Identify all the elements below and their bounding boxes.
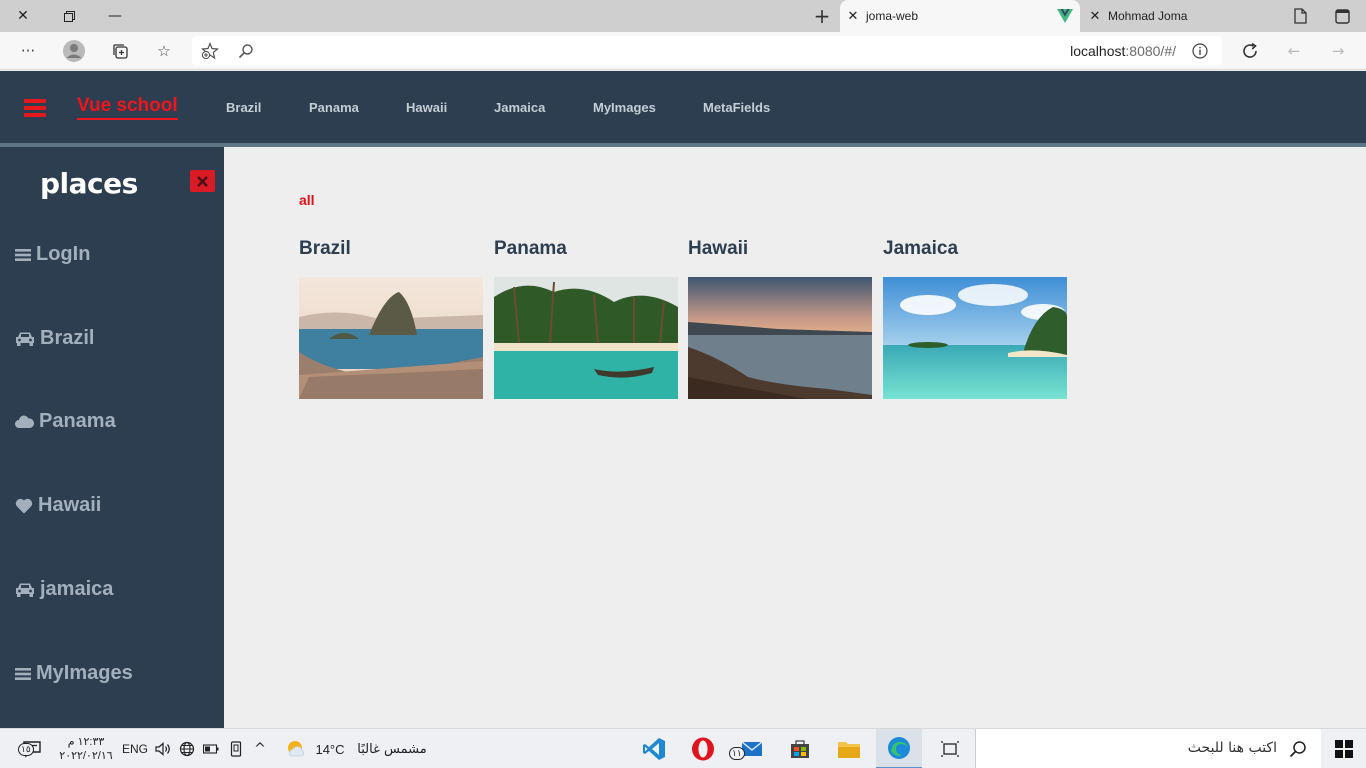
- tab-actions-icon[interactable]: [1322, 0, 1362, 32]
- new-tab-button[interactable]: +: [806, 0, 838, 32]
- car-icon: [16, 332, 34, 346]
- battery-icon[interactable]: [200, 729, 222, 768]
- page-icon[interactable]: [1280, 0, 1320, 32]
- add-favorite-icon[interactable]: [196, 38, 224, 64]
- minimize-window-icon[interactable]: —: [92, 0, 138, 32]
- clock-date: ٢٠٢٢/٠٢/١٦: [59, 750, 113, 762]
- site-info-icon[interactable]: [1186, 38, 1214, 64]
- sidebar-close-button[interactable]: [190, 170, 215, 192]
- language-indicator[interactable]: ENG: [120, 729, 150, 768]
- device-icon[interactable]: [225, 729, 247, 768]
- sidebar-title: places: [40, 167, 138, 200]
- nav-jamaica[interactable]: Jamaica: [494, 100, 545, 115]
- collections-icon[interactable]: [106, 38, 134, 64]
- jamaica-photo[interactable]: [883, 277, 1067, 399]
- sidebar-item-label: Panama: [39, 410, 116, 432]
- bars-icon: [15, 667, 31, 680]
- taskbar: ١٥ ١٢:٣٣ م ٢٠٢٢/٠٢/١٦ ENG ^ 14°C مشمس غا…: [0, 728, 1366, 768]
- weather-temp[interactable]: 14°C: [312, 729, 348, 768]
- browser-toolbar: ··· ☆ localhost:8080/#/ ← →: [0, 32, 1366, 70]
- close-icon: [197, 175, 208, 187]
- store-icon[interactable]: [780, 729, 820, 768]
- volume-icon[interactable]: [152, 729, 174, 768]
- sidebar: places LogIn Brazil Panama Hawaii jamaic…: [0, 147, 224, 728]
- sidebar-item-label: Brazil: [40, 327, 95, 349]
- taskbar-search-input[interactable]: اكتب هنا للبحث: [975, 729, 1321, 768]
- car-icon: [16, 583, 34, 597]
- refresh-icon[interactable]: [1236, 38, 1264, 64]
- brand-link[interactable]: Vue school: [77, 95, 178, 120]
- search-icon: [1289, 740, 1307, 763]
- url-text: localhost:8080/#/: [1070, 43, 1176, 59]
- clock[interactable]: ١٢:٣٣ م ٢٠٢٢/٠٢/١٦: [56, 729, 116, 768]
- sidebar-item-brazil[interactable]: Brazil: [15, 327, 94, 350]
- cloud-icon: [15, 415, 34, 428]
- nav-panama[interactable]: Panama: [309, 100, 359, 115]
- tab-close-icon[interactable]: ✕: [1082, 9, 1108, 24]
- card-title: Jamaica: [883, 238, 959, 259]
- more-options-icon[interactable]: ···: [14, 38, 42, 64]
- sidebar-item-myimages[interactable]: MyImages: [15, 662, 133, 685]
- vue-logo-icon: [1050, 9, 1080, 23]
- opera-icon[interactable]: [683, 729, 723, 768]
- chevron-up-icon[interactable]: ^: [250, 729, 270, 768]
- heart-icon: [15, 498, 33, 513]
- card-title: Panama: [494, 238, 567, 259]
- forward-icon[interactable]: →: [1324, 38, 1352, 64]
- place-card-brazil[interactable]: Brazil: [299, 239, 483, 399]
- place-card-hawaii[interactable]: Hawaii: [688, 239, 872, 399]
- sidebar-item-panama[interactable]: Panama: [15, 410, 116, 433]
- search-web-icon[interactable]: [232, 38, 260, 64]
- nav-brazil[interactable]: Brazil: [226, 100, 261, 115]
- tab-title: joma-web: [866, 9, 919, 23]
- brazil-photo[interactable]: [299, 277, 483, 399]
- back-icon[interactable]: ←: [1280, 38, 1308, 64]
- file-explorer-icon[interactable]: [829, 729, 869, 768]
- tab-mohmad-joma[interactable]: ✕ Mohmad Joma: [1082, 0, 1272, 32]
- sidebar-item-label: Hawaii: [38, 494, 102, 516]
- nav-hawaii[interactable]: Hawaii: [406, 100, 447, 115]
- close-window-icon[interactable]: ✕: [0, 0, 46, 32]
- weather-icon[interactable]: [284, 729, 308, 768]
- tab-title: Mohmad Joma: [1108, 9, 1188, 23]
- place-card-jamaica[interactable]: Jamaica: [883, 239, 1067, 399]
- search-placeholder: اكتب هنا للبحث: [1187, 740, 1277, 756]
- sidebar-item-label: MyImages: [36, 662, 133, 684]
- mail-count: ١١: [729, 747, 745, 760]
- restore-window-icon[interactable]: [46, 0, 92, 32]
- card-title: Brazil: [299, 238, 351, 259]
- clock-time: ١٢:٣٣ م: [67, 736, 105, 748]
- browser-tab-bar: ✕ — + ✕ joma-web ✕ Mohmad Joma: [0, 0, 1366, 32]
- tab-joma-web[interactable]: ✕ joma-web: [840, 0, 1080, 32]
- notification-count: ١٥: [18, 743, 34, 756]
- bars-icon: [15, 248, 31, 261]
- panama-photo[interactable]: [494, 277, 678, 399]
- favorites-icon[interactable]: ☆: [150, 38, 178, 64]
- sidebar-item-jamaica[interactable]: jamaica: [15, 578, 113, 601]
- app-header: Vue school Brazil Panama Hawaii Jamaica …: [0, 71, 1366, 143]
- card-title: Hawaii: [688, 238, 749, 259]
- nav-metafields[interactable]: MetaFields: [703, 100, 770, 115]
- menu-toggle-icon[interactable]: [24, 99, 46, 117]
- main-content: all Brazil Panama Hawaii Jamaica: [224, 147, 1366, 728]
- sidebar-item-hawaii[interactable]: Hawaii: [15, 494, 101, 517]
- address-bar[interactable]: localhost:8080/#/: [192, 36, 1222, 66]
- nav-myimages[interactable]: MyImages: [593, 100, 656, 115]
- edge-icon[interactable]: [876, 729, 922, 768]
- vscode-icon[interactable]: [634, 729, 674, 768]
- hawaii-photo[interactable]: [688, 277, 872, 399]
- start-windows-icon[interactable]: [1322, 729, 1366, 768]
- network-icon[interactable]: [176, 729, 198, 768]
- place-card-panama[interactable]: Panama: [494, 239, 678, 399]
- sidebar-item-label: jamaica: [40, 578, 114, 600]
- filter-all-link[interactable]: all: [299, 192, 315, 208]
- weather-text[interactable]: مشمس غالبًا: [352, 729, 432, 768]
- sidebar-item-login[interactable]: LogIn: [15, 243, 90, 266]
- task-view-icon[interactable]: [930, 729, 970, 768]
- profile-avatar-icon[interactable]: [60, 38, 88, 64]
- sidebar-item-label: LogIn: [36, 243, 91, 265]
- tab-close-icon[interactable]: ✕: [840, 9, 866, 24]
